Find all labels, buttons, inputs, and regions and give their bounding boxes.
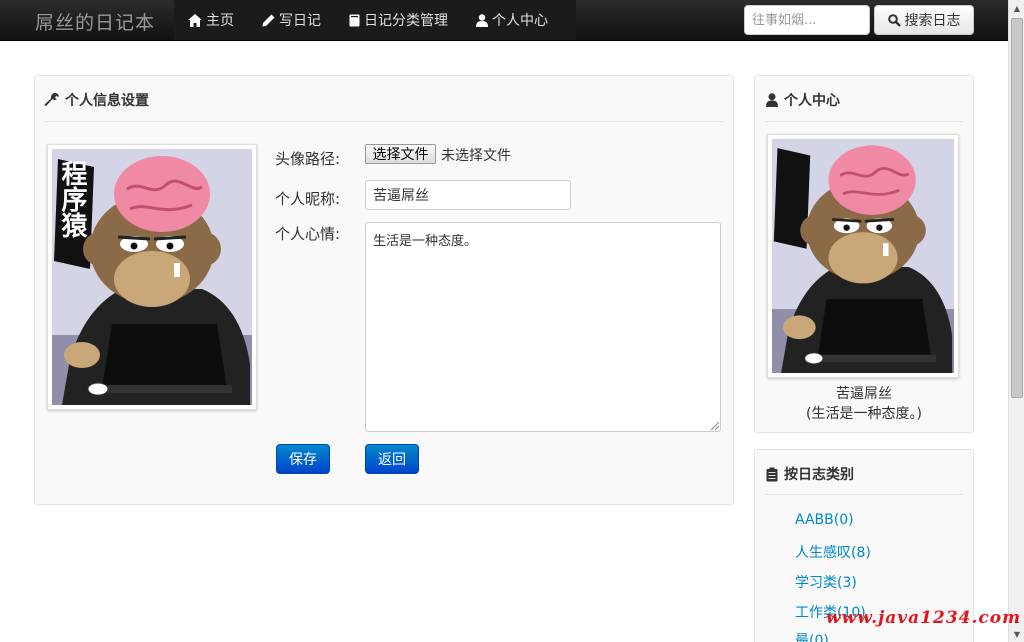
divider (765, 121, 963, 122)
choose-file-button[interactable]: 选择文件 (365, 144, 436, 164)
avatar-caption: 程序猿 (57, 160, 88, 239)
nav-item-profile[interactable]: 个人中心 (462, 0, 562, 40)
pencil-icon (262, 14, 275, 26)
category-link-aabb[interactable]: AABB(0) (795, 512, 854, 528)
nav-item-label: 写日记 (279, 13, 321, 29)
wrench-icon (44, 93, 59, 106)
nav-item-label: 主页 (206, 13, 234, 29)
category-link-life[interactable]: 人生感叹(8) (795, 542, 871, 562)
nav-menu: 主页 写日记 日记分类管理 个人中心 (174, 0, 576, 40)
book-icon (349, 14, 360, 26)
nav-item-label: 日记分类管理 (364, 13, 448, 29)
user-icon (476, 13, 488, 27)
home-icon (188, 13, 202, 27)
scroll-down-arrow-icon[interactable]: ▼ (1009, 626, 1024, 642)
panel-title-category: 按日志类别 (766, 464, 854, 484)
search-icon (887, 13, 901, 27)
divider (765, 494, 963, 495)
panel-title-settings: 个人信息设置 (44, 90, 149, 110)
nav-item-label: 个人中心 (492, 13, 548, 29)
programmer-monkey-avatar-icon: 程序猿 (52, 149, 252, 405)
nav-item-home[interactable]: 主页 (174, 0, 248, 40)
panel-title-text: 个人中心 (784, 93, 840, 109)
profile-mood: (生活是一种态度。) (806, 406, 922, 422)
nav-item-category[interactable]: 日记分类管理 (335, 0, 462, 40)
search-button[interactable]: 搜索日志 (874, 5, 974, 35)
panel-title-text: 按日志类别 (784, 467, 854, 483)
scroll-up-arrow-icon[interactable]: ▲ (1009, 0, 1024, 16)
back-button[interactable]: 返回 (365, 444, 419, 474)
divider (44, 121, 724, 122)
clipboard-icon (766, 467, 778, 481)
avatar-image: 程序猿 (47, 144, 257, 410)
nickname-field[interactable] (365, 180, 571, 210)
panel-title-text: 个人信息设置 (65, 93, 149, 109)
vertical-scrollbar[interactable]: ▲ ▼ (1008, 0, 1024, 642)
user-icon (766, 93, 778, 107)
site-watermark: www.java1234.com (826, 608, 1022, 628)
category-link-last[interactable]: 最(0) (795, 630, 829, 642)
brand-title[interactable]: 屌丝的日记本 (35, 8, 155, 35)
mood-label: 个人心情: (275, 225, 341, 243)
save-button[interactable]: 保存 (276, 444, 330, 474)
scroll-thumb[interactable] (1011, 18, 1023, 398)
programmer-monkey-avatar-icon (772, 139, 954, 373)
mood-textarea[interactable]: 生活是一种态度。 (365, 222, 721, 432)
avatar-path-label: 头像路径: (275, 150, 341, 168)
profile-avatar-image (767, 134, 959, 378)
search-input[interactable] (744, 5, 870, 35)
nickname-label: 个人昵称: (275, 190, 341, 208)
search-button-label: 搜索日志 (904, 13, 961, 29)
category-link-study[interactable]: 学习类(3) (795, 572, 857, 592)
profile-nickname: 苦逼屌丝 (836, 386, 892, 402)
nav-item-write[interactable]: 写日记 (248, 0, 335, 40)
panel-title-profile: 个人中心 (766, 90, 840, 110)
file-status-text: 未选择文件 (441, 148, 511, 164)
top-navbar: 屌丝的日记本 主页 写日记 日记分类管理 个人中心 搜索日志 (0, 0, 1008, 41)
resize-grip-icon[interactable] (711, 422, 719, 430)
